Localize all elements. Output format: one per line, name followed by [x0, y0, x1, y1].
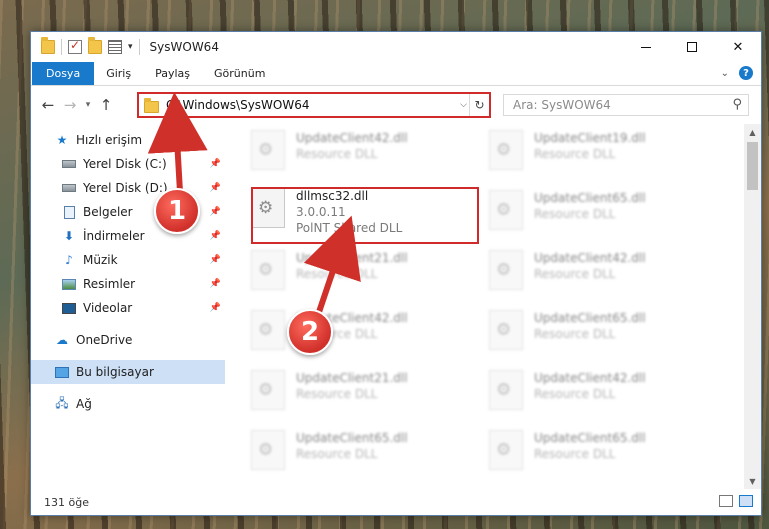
step-1-badge: 1 — [154, 188, 200, 234]
arrow-to-address-bar — [147, 92, 208, 195]
step-2-badge: 2 — [287, 309, 333, 355]
arrow-to-file — [303, 215, 361, 318]
annotation-arrows — [147, 92, 361, 318]
